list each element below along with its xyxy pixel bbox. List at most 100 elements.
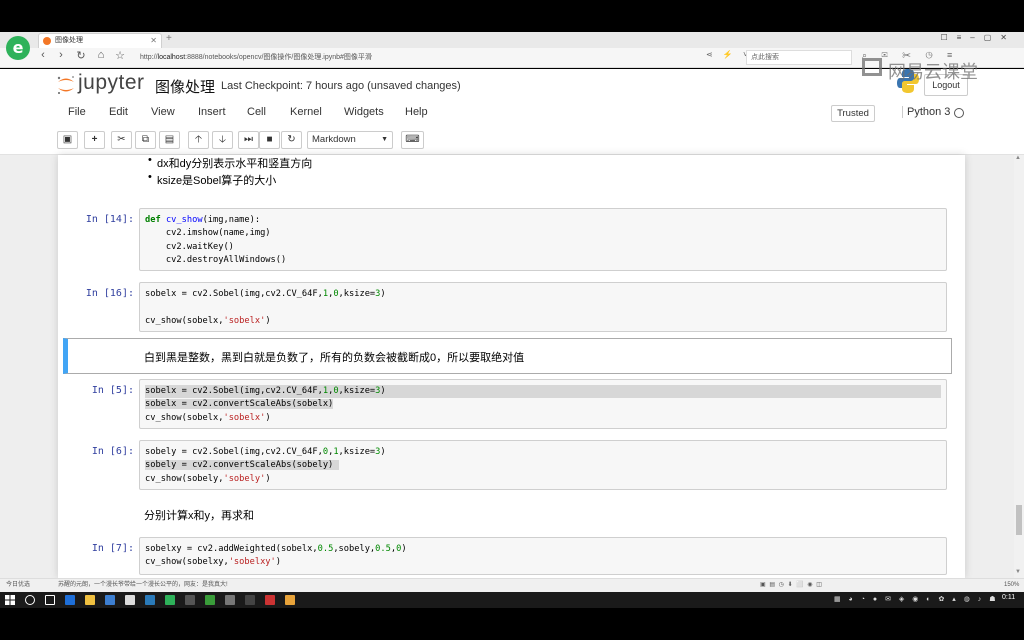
home-icon[interactable]: ⌂: [94, 49, 108, 61]
back-icon[interactable]: ‹: [36, 49, 50, 61]
move-up-icon[interactable]: 🡡: [188, 131, 209, 149]
cortana-icon[interactable]: [25, 595, 35, 605]
run-icon[interactable]: ⏭: [238, 131, 259, 149]
browser-tab-title: 图像处理: [55, 37, 83, 44]
code-line: cv_show(sobelxy,'sobelxy'): [145, 557, 281, 568]
code-line: cv2.imshow(name,img): [145, 228, 271, 239]
jupyter-logo-text: jupyter: [78, 71, 145, 94]
mail-icon[interactable]: [125, 595, 135, 605]
code-line: cv_show(sobelx,'sobelx'): [145, 315, 271, 326]
browser-logo-icon[interactable]: e: [6, 36, 30, 60]
kernel-status-icon: [954, 108, 964, 118]
scroll-down-icon[interactable]: ▼: [1015, 569, 1021, 575]
code-line: def cv_show(img,name):: [145, 215, 261, 225]
input-prompt: In [6]:: [91, 446, 134, 457]
menu-view[interactable]: View: [151, 106, 175, 118]
markdown-bullet: dx和dy分别表示水平和竖直方向: [148, 154, 312, 171]
input-prompt: In [16]:: [85, 288, 134, 299]
search-placeholder: 点此搜索: [751, 54, 779, 61]
input-prompt: In [7]:: [91, 543, 134, 554]
task-view-icon[interactable]: [45, 595, 55, 605]
watermark-logo-icon: [862, 58, 882, 76]
insert-cell-icon[interactable]: +: [84, 131, 105, 149]
url-prefix: http://: [140, 54, 158, 61]
app-icon[interactable]: [245, 595, 255, 605]
url-path: :8888/notebooks/opencv/图像操作/图像处理.ipynb#图…: [185, 54, 372, 61]
app-icon[interactable]: [145, 595, 155, 605]
tab-close-icon[interactable]: ✕: [150, 34, 157, 48]
status-news-ticker[interactable]: 苏醒的元朗，一个漫长爷带给一个漫长公平的，网友：是我真大!: [58, 579, 228, 592]
forward-icon[interactable]: ›: [54, 49, 68, 61]
taskbar-clock[interactable]: 0:11: [1002, 594, 1015, 601]
status-left-label[interactable]: 今日优选: [6, 579, 30, 592]
new-tab-icon[interactable]: +: [166, 33, 172, 44]
input-prompt: In [14]:: [85, 214, 134, 225]
menu-edit[interactable]: Edit: [109, 106, 128, 118]
menu-help[interactable]: Help: [405, 106, 428, 118]
windows-start-icon[interactable]: [5, 595, 15, 605]
code-cell[interactable]: sobely = cv2.Sobel(img,cv2.CV_64F,0,1,ks…: [139, 440, 947, 490]
code-cell[interactable]: sobelx = cv2.Sobel(img,cv2.CV_64F,1,0,ks…: [139, 282, 947, 332]
cut-icon[interactable]: ✂: [111, 131, 132, 149]
markdown-text: 分别计算x和y，再求和: [144, 510, 254, 522]
share-icon[interactable]: ⋖ ⚡ ˅: [706, 50, 752, 59]
kernel-name: Python 3: [902, 106, 950, 118]
copy-icon[interactable]: ⧉: [135, 131, 156, 149]
trusted-indicator[interactable]: Trusted: [831, 105, 875, 122]
url-host: localhost: [157, 54, 186, 61]
save-icon[interactable]: ▣: [57, 131, 78, 149]
app-icon[interactable]: [285, 595, 295, 605]
restart-icon[interactable]: ↻: [281, 131, 302, 149]
menu-insert[interactable]: Insert: [198, 106, 226, 118]
code-line: cv2.destroyAllWindows(): [145, 254, 287, 265]
jupyter-favicon-icon: [43, 37, 51, 45]
search-input[interactable]: 点此搜索: [746, 50, 852, 65]
code-cell[interactable]: sobelxy = cv2.addWeighted(sobelx,0.5,sob…: [139, 537, 947, 575]
interrupt-icon[interactable]: ■: [259, 131, 280, 149]
code-line: sobelx = cv2.convertScaleAbs(sobelx): [145, 399, 334, 410]
menu-file[interactable]: File: [68, 106, 86, 118]
notebook-name[interactable]: 图像处理: [155, 76, 215, 97]
code-cell[interactable]: sobelx = cv2.Sobel(img,cv2.CV_64F,1,0,ks…: [139, 379, 947, 429]
checkpoint-status: Last Checkpoint: 7 hours ago (unsaved ch…: [221, 80, 461, 92]
scrollbar-thumb[interactable]: [1016, 505, 1022, 535]
system-tray-icons[interactable]: ▦ ◕ ◔ ● ✉ ◈ ◉ ◐ ✿ ▴ ◍ ♪ ☗: [834, 595, 998, 603]
folder-icon[interactable]: [85, 595, 95, 605]
markdown-text: 白到黑是整数，黑到白就是负数了，所有的负数会被截断成0，所以要取绝对值: [144, 352, 525, 364]
move-down-icon[interactable]: 🡣: [212, 131, 233, 149]
code-line: sobelx = cv2.Sobel(img,cv2.CV_64F,1,0,ks…: [145, 385, 941, 399]
app-icon[interactable]: [265, 595, 275, 605]
menu-kernel[interactable]: Kernel: [290, 106, 322, 118]
code-cell[interactable]: def cv_show(img,name): cv2.imshow(name,i…: [139, 208, 947, 271]
reload-icon[interactable]: ↻: [74, 49, 88, 62]
cell-type-value: Markdown: [312, 134, 356, 145]
scroll-up-icon[interactable]: ▲: [1015, 155, 1021, 161]
browser-tab[interactable]: 图像处理 ✕: [38, 33, 162, 48]
keyboard-icon[interactable]: ⌨: [401, 131, 424, 149]
zoom-level[interactable]: 150%: [1004, 579, 1019, 592]
app-icon[interactable]: [225, 595, 235, 605]
store-icon[interactable]: [105, 595, 115, 605]
url-field[interactable]: http://localhost:8888/notebooks/opencv/图…: [140, 50, 700, 65]
app-icon[interactable]: [185, 595, 195, 605]
screen: e 图像处理 ✕ + ☐≡–▢✕ ‹ › ↻ ⌂ ☆ http://localh…: [0, 0, 1024, 640]
code-line: cv_show(sobelx,'sobelx'): [145, 412, 271, 423]
chevron-down-icon: ▼: [381, 136, 388, 143]
status-right-icons[interactable]: ▣ ▤ ◷ ⬇ ⬜ ◉ ◫: [760, 579, 823, 592]
browser-taskbar-icon[interactable]: [165, 595, 175, 605]
menu-widgets[interactable]: Widgets: [344, 106, 384, 118]
paste-icon[interactable]: ▤: [159, 131, 180, 149]
app-icon[interactable]: [205, 595, 215, 605]
bookmark-star-icon[interactable]: ☆: [113, 49, 127, 62]
markdown-bullet: ksize是Sobel算子的大小: [148, 171, 276, 188]
ie-icon[interactable]: [65, 595, 75, 605]
jupyter-logo-icon[interactable]: [55, 74, 77, 96]
menu-cell[interactable]: Cell: [247, 106, 266, 118]
code-line: sobelxy = cv2.addWeighted(sobelx,0.5,sob…: [145, 544, 407, 554]
browser-statusbar: 今日优选 苏醒的元朗，一个漫长爷带给一个漫长公平的，网友：是我真大! ▣ ▤ ◷…: [0, 578, 1024, 592]
code-line: cv2.waitKey(): [145, 241, 234, 252]
cell-type-select[interactable]: Markdown ▼: [307, 131, 393, 149]
window-controls[interactable]: ☐≡–▢✕: [940, 33, 1016, 42]
input-prompt: In [5]:: [91, 385, 134, 396]
